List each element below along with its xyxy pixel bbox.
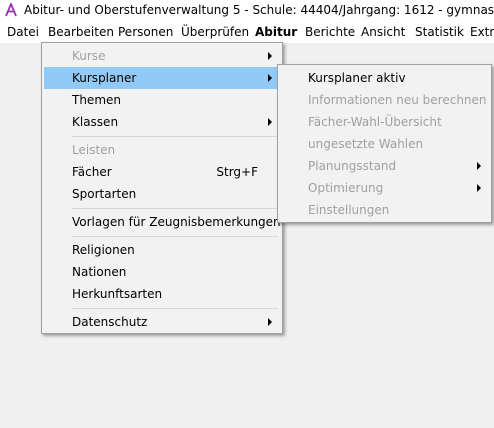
menu-abitur[interactable]: Abitur — [255, 25, 297, 39]
menu-bearbeiten[interactable]: Bearbeiten — [48, 25, 114, 39]
title-bar: Abitur- und Oberstufenverwaltung 5 - Sch… — [0, 0, 494, 22]
menu-separator — [72, 208, 278, 209]
menu-separator — [72, 136, 278, 137]
menu-item-vorlagen-zeugnisbemerkungen[interactable]: Vorlagen für Zeugnisbemerkungen — [44, 211, 281, 233]
menu-item-nationen[interactable]: Nationen — [44, 261, 280, 283]
menu-statistik[interactable]: Statistik — [415, 25, 464, 39]
menu-item-klassen[interactable]: Klassen — [44, 111, 280, 133]
menu-item-ungesetzte-wahlen[interactable]: ungesetzte Wahlen — [280, 133, 489, 155]
menu-item-religionen[interactable]: Religionen — [44, 239, 280, 261]
menu-item-sportarten[interactable]: Sportarten — [44, 183, 280, 205]
menu-item-informationen-neu-berechnen[interactable]: Informationen neu berechnen — [280, 89, 489, 111]
submenu-arrow-icon — [268, 318, 272, 326]
menu-item-kursplaner[interactable]: Kursplaner — [44, 67, 280, 89]
submenu-arrow-icon — [477, 184, 481, 192]
menu-datei[interactable]: Datei — [7, 25, 39, 39]
menu-item-optimierung[interactable]: Optimierung — [280, 177, 489, 199]
app-logo-icon — [5, 3, 17, 17]
menu-item-faecher-wahl-uebersicht[interactable]: Fächer-Wahl-Übersicht — [280, 111, 489, 133]
menu-item-kursplaner-aktiv[interactable]: Kursplaner aktiv — [280, 67, 489, 89]
menu-item-einstellungen[interactable]: Einstellungen — [280, 199, 489, 221]
menu-ueberpruefen[interactable]: Überprüfen — [181, 25, 249, 39]
menu-bar: Datei Bearbeiten Personen Überprüfen Abi… — [0, 22, 494, 43]
submenu-arrow-icon — [477, 162, 481, 170]
menu-berichte[interactable]: Berichte — [305, 25, 355, 39]
submenu-arrow-icon — [268, 52, 272, 60]
submenu-arrow-icon — [268, 74, 272, 82]
abitur-dropdown-menu: Kurse Kursplaner Themen Klassen Leisten … — [41, 42, 283, 334]
menu-extra[interactable]: Extra — [470, 25, 494, 39]
menu-item-faecher[interactable]: Fächer Strg+F — [44, 161, 280, 183]
menu-separator — [72, 308, 278, 309]
submenu-arrow-icon — [268, 118, 272, 126]
menu-separator — [72, 236, 278, 237]
window-title: Abitur- und Oberstufenverwaltung 5 - Sch… — [24, 3, 494, 17]
menu-item-datenschutz[interactable]: Datenschutz — [44, 311, 280, 333]
kursplaner-submenu: Kursplaner aktiv Informationen neu berec… — [277, 64, 492, 223]
menu-item-herkunftsarten[interactable]: Herkunftsarten — [44, 283, 280, 305]
menu-ansicht[interactable]: Ansicht — [361, 25, 405, 39]
menu-item-leisten[interactable]: Leisten — [44, 139, 280, 161]
menu-item-themen[interactable]: Themen — [44, 89, 280, 111]
shortcut-label: Strg+F — [216, 165, 258, 179]
menu-item-kurse[interactable]: Kurse — [44, 45, 280, 67]
menu-item-planungsstand[interactable]: Planungsstand — [280, 155, 489, 177]
menu-personen[interactable]: Personen — [118, 25, 173, 39]
